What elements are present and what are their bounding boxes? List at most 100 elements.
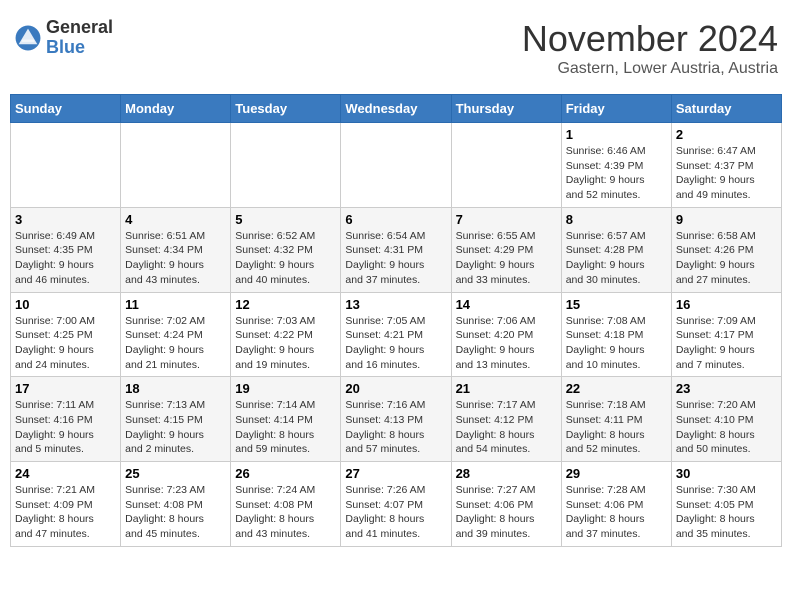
week-row-2: 3 Sunrise: 6:49 AM Sunset: 4:35 PM Daylig…	[11, 207, 782, 292]
day-number: 14	[456, 297, 557, 312]
day-info: Sunrise: 7:05 AM Sunset: 4:21 PM Dayligh…	[345, 314, 446, 373]
location-title: Gastern, Lower Austria, Austria	[522, 60, 778, 78]
day-number: 26	[235, 466, 336, 481]
day-cell: 8 Sunrise: 6:57 AM Sunset: 4:28 PM Daylig…	[561, 207, 671, 292]
week-row-5: 24 Sunrise: 7:21 AM Sunset: 4:09 PM Dayli…	[11, 462, 782, 547]
day-cell: 18Sunrise: 7:13 AM Sunset: 4:15 PM Dayli…	[121, 377, 231, 462]
day-cell: 30 Sunrise: 7:30 AM Sunset: 4:05 PM Dayli…	[671, 462, 781, 547]
day-number: 4	[125, 212, 226, 227]
day-info: Sunrise: 6:58 AM Sunset: 4:26 PM Dayligh…	[676, 229, 777, 288]
day-number: 7	[456, 212, 557, 227]
day-number: 29	[566, 466, 667, 481]
day-info: Sunrise: 6:57 AM Sunset: 4:28 PM Dayligh…	[566, 229, 667, 288]
day-info: Sunrise: 7:08 AM Sunset: 4:18 PM Dayligh…	[566, 314, 667, 373]
day-number: 3	[15, 212, 116, 227]
day-info: Sunrise: 7:02 AM Sunset: 4:24 PM Dayligh…	[125, 314, 226, 373]
month-title: November 2024	[522, 18, 778, 60]
weekday-header-row: SundayMondayTuesdayWednesdayThursdayFrid…	[11, 95, 782, 123]
day-cell: 22 Sunrise: 7:18 AM Sunset: 4:11 PM Dayli…	[561, 377, 671, 462]
day-cell	[231, 123, 341, 208]
day-number: 25	[125, 466, 226, 481]
day-number: 23	[676, 381, 777, 396]
day-info: Sunrise: 6:54 AM Sunset: 4:31 PM Dayligh…	[345, 229, 446, 288]
day-info: Sunrise: 7:30 AM Sunset: 4:05 PM Dayligh…	[676, 483, 777, 542]
day-info: Sunrise: 7:18 AM Sunset: 4:11 PM Dayligh…	[566, 398, 667, 457]
weekday-header-monday: Monday	[121, 95, 231, 123]
day-info: Sunrise: 7:00 AM Sunset: 4:25 PM Dayligh…	[15, 314, 116, 373]
day-cell: 2 Sunrise: 6:47 AM Sunset: 4:37 PM Daylig…	[671, 123, 781, 208]
day-number: 9	[676, 212, 777, 227]
week-row-3: 10Sunrise: 7:00 AM Sunset: 4:25 PM Dayli…	[11, 292, 782, 377]
day-cell: 10Sunrise: 7:00 AM Sunset: 4:25 PM Dayli…	[11, 292, 121, 377]
day-cell: 6Sunrise: 6:54 AM Sunset: 4:31 PM Daylig…	[341, 207, 451, 292]
weekday-header-sunday: Sunday	[11, 95, 121, 123]
week-row-4: 17 Sunrise: 7:11 AM Sunset: 4:16 PM Dayli…	[11, 377, 782, 462]
day-cell	[11, 123, 121, 208]
day-cell: 24 Sunrise: 7:21 AM Sunset: 4:09 PM Dayli…	[11, 462, 121, 547]
logo-icon	[14, 24, 42, 52]
logo-general-text: General	[46, 18, 113, 38]
title-area: November 2024 Gastern, Lower Austria, Au…	[522, 18, 778, 78]
day-info: Sunrise: 7:11 AM Sunset: 4:16 PM Dayligh…	[15, 398, 116, 457]
day-number: 8	[566, 212, 667, 227]
day-info: Sunrise: 7:28 AM Sunset: 4:06 PM Dayligh…	[566, 483, 667, 542]
day-info: Sunrise: 7:20 AM Sunset: 4:10 PM Dayligh…	[676, 398, 777, 457]
day-number: 13	[345, 297, 446, 312]
day-number: 30	[676, 466, 777, 481]
header: General Blue November 2024 Gastern, Lowe…	[10, 10, 782, 86]
day-number: 19	[235, 381, 336, 396]
day-cell: 12 Sunrise: 7:03 AM Sunset: 4:22 PM Dayli…	[231, 292, 341, 377]
day-cell: 5 Sunrise: 6:52 AM Sunset: 4:32 PM Daylig…	[231, 207, 341, 292]
day-cell: 20Sunrise: 7:16 AM Sunset: 4:13 PM Dayli…	[341, 377, 451, 462]
day-info: Sunrise: 6:49 AM Sunset: 4:35 PM Dayligh…	[15, 229, 116, 288]
calendar-body: 1 Sunrise: 6:46 AM Sunset: 4:39 PM Daylig…	[11, 123, 782, 547]
day-cell: 9 Sunrise: 6:58 AM Sunset: 4:26 PM Daylig…	[671, 207, 781, 292]
week-row-1: 1 Sunrise: 6:46 AM Sunset: 4:39 PM Daylig…	[11, 123, 782, 208]
day-number: 18	[125, 381, 226, 396]
day-info: Sunrise: 7:06 AM Sunset: 4:20 PM Dayligh…	[456, 314, 557, 373]
day-number: 16	[676, 297, 777, 312]
logo-text: General Blue	[46, 18, 113, 58]
day-number: 17	[15, 381, 116, 396]
day-info: Sunrise: 6:46 AM Sunset: 4:39 PM Dayligh…	[566, 144, 667, 203]
day-cell: 28Sunrise: 7:27 AM Sunset: 4:06 PM Dayli…	[451, 462, 561, 547]
day-cell: 4Sunrise: 6:51 AM Sunset: 4:34 PM Daylig…	[121, 207, 231, 292]
day-cell: 26Sunrise: 7:24 AM Sunset: 4:08 PM Dayli…	[231, 462, 341, 547]
day-cell: 27Sunrise: 7:26 AM Sunset: 4:07 PM Dayli…	[341, 462, 451, 547]
day-cell: 25Sunrise: 7:23 AM Sunset: 4:08 PM Dayli…	[121, 462, 231, 547]
day-number: 1	[566, 127, 667, 142]
day-cell: 15 Sunrise: 7:08 AM Sunset: 4:18 PM Dayli…	[561, 292, 671, 377]
day-cell	[121, 123, 231, 208]
day-info: Sunrise: 7:03 AM Sunset: 4:22 PM Dayligh…	[235, 314, 336, 373]
day-number: 11	[125, 297, 226, 312]
weekday-header-saturday: Saturday	[671, 95, 781, 123]
weekday-header-friday: Friday	[561, 95, 671, 123]
day-number: 15	[566, 297, 667, 312]
weekday-header-wednesday: Wednesday	[341, 95, 451, 123]
weekday-header-tuesday: Tuesday	[231, 95, 341, 123]
day-number: 28	[456, 466, 557, 481]
day-number: 12	[235, 297, 336, 312]
day-info: Sunrise: 7:14 AM Sunset: 4:14 PM Dayligh…	[235, 398, 336, 457]
day-number: 5	[235, 212, 336, 227]
weekday-header-thursday: Thursday	[451, 95, 561, 123]
day-cell: 16 Sunrise: 7:09 AM Sunset: 4:17 PM Dayli…	[671, 292, 781, 377]
day-number: 2	[676, 127, 777, 142]
day-cell: 29 Sunrise: 7:28 AM Sunset: 4:06 PM Dayli…	[561, 462, 671, 547]
day-cell: 21Sunrise: 7:17 AM Sunset: 4:12 PM Dayli…	[451, 377, 561, 462]
day-info: Sunrise: 7:09 AM Sunset: 4:17 PM Dayligh…	[676, 314, 777, 373]
day-info: Sunrise: 6:47 AM Sunset: 4:37 PM Dayligh…	[676, 144, 777, 203]
day-number: 22	[566, 381, 667, 396]
day-number: 20	[345, 381, 446, 396]
logo: General Blue	[14, 18, 113, 58]
logo-blue-text: Blue	[46, 38, 113, 58]
day-info: Sunrise: 7:17 AM Sunset: 4:12 PM Dayligh…	[456, 398, 557, 457]
day-number: 24	[15, 466, 116, 481]
day-info: Sunrise: 6:52 AM Sunset: 4:32 PM Dayligh…	[235, 229, 336, 288]
day-cell: 14 Sunrise: 7:06 AM Sunset: 4:20 PM Dayli…	[451, 292, 561, 377]
day-cell: 1 Sunrise: 6:46 AM Sunset: 4:39 PM Daylig…	[561, 123, 671, 208]
day-cell	[451, 123, 561, 208]
day-info: Sunrise: 7:21 AM Sunset: 4:09 PM Dayligh…	[15, 483, 116, 542]
day-info: Sunrise: 6:55 AM Sunset: 4:29 PM Dayligh…	[456, 229, 557, 288]
day-number: 27	[345, 466, 446, 481]
